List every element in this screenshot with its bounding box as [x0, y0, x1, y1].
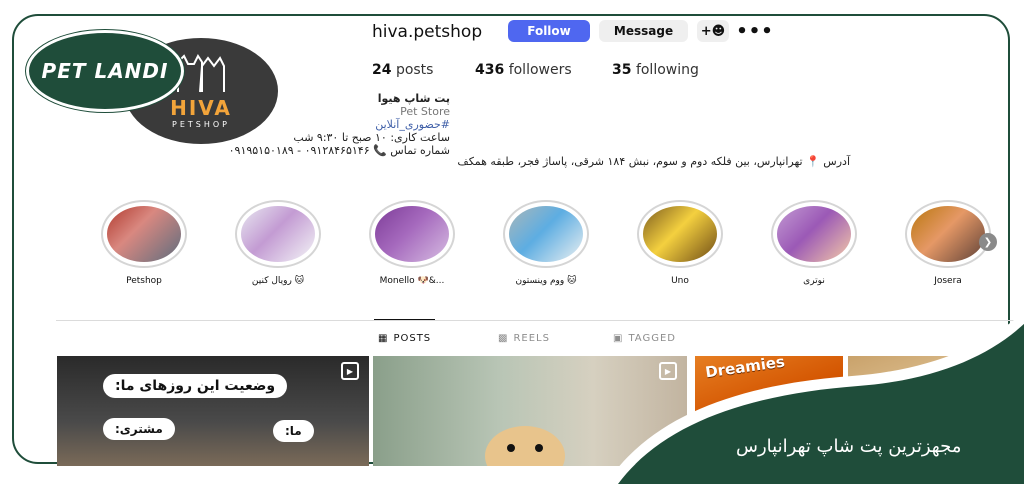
following-count[interactable]: 35 following: [612, 62, 699, 78]
highlight-cover: [241, 206, 315, 262]
dog-image: [485, 426, 565, 466]
highlight-ring: [369, 200, 455, 268]
highlight-cover: [643, 206, 717, 262]
highlight-vom-winston[interactable]: ووم وینستون 🐱: [501, 200, 591, 286]
post-caption-title: وضعیت این روزهای ما:: [103, 374, 288, 398]
highlight-cover: [911, 206, 985, 262]
highlight-monello[interactable]: Monello 🐶&...: [367, 200, 457, 286]
chevron-right-icon: ❯: [983, 236, 993, 248]
more-icon: •••: [736, 20, 774, 42]
grid-icon: ▦: [378, 333, 389, 344]
highlight-label: رویال کنین 🐱: [251, 276, 305, 286]
tab-reels-label: REELS: [513, 333, 550, 344]
highlight-cover: [777, 206, 851, 262]
highlights-next-arrow[interactable]: ❯: [979, 233, 997, 251]
banner-title: مجهزترین پت شاپ تهرانپارس: [736, 436, 962, 457]
bio-address: آدرس 📍 تهرانپارس، بین فلکه دوم و سوم، نب…: [457, 155, 850, 168]
highlight-label: Uno: [671, 276, 689, 286]
highlight-ring: [503, 200, 589, 268]
more-options-button[interactable]: •••: [736, 20, 773, 42]
highlight-cover: [375, 206, 449, 262]
highlight-ring: [101, 200, 187, 268]
profile-username: hiva.petshop: [372, 22, 483, 42]
add-user-icon: +☻: [700, 23, 726, 39]
highlight-royal-canin[interactable]: رویال کنین 🐱: [233, 200, 323, 286]
highlight-cover: [107, 206, 181, 262]
message-button[interactable]: Message: [599, 20, 688, 42]
highlight-uno[interactable]: Uno: [635, 200, 725, 286]
highlight-label: Petshop: [126, 276, 162, 286]
tab-reels[interactable]: ▩ REELS: [498, 333, 550, 344]
followers-count[interactable]: 436 followers: [475, 62, 572, 78]
reel-icon: ▶: [341, 362, 359, 380]
highlight-label: ووم وینستون 🐱: [515, 276, 577, 286]
highlight-nutri[interactable]: نوتری: [769, 200, 859, 286]
hiva-logo-sub: PETSHOP: [172, 120, 230, 129]
highlight-ring: [771, 200, 857, 268]
highlight-ring: [637, 200, 723, 268]
follow-button[interactable]: Follow: [508, 20, 590, 42]
highlight-label: نوتری: [803, 276, 825, 286]
highlight-ring: [235, 200, 321, 268]
highlight-ring: [905, 200, 991, 268]
pet-landi-logo: PET LANDI: [26, 30, 184, 112]
tab-posts-label: POSTS: [393, 333, 432, 344]
highlight-label: Josera: [934, 276, 962, 286]
post-thumbnail[interactable]: ▶ وضعیت این روزهای ما: مشتری: ما:: [57, 356, 369, 466]
tab-posts[interactable]: ▦ POSTS: [373, 319, 436, 344]
highlight-petshop[interactable]: Petshop: [99, 200, 189, 286]
posts-count: 24 posts: [372, 62, 434, 78]
highlight-label: Monello 🐶&...: [379, 276, 445, 286]
post-caption-us: ما:: [273, 420, 314, 442]
reels-icon: ▩: [498, 333, 509, 344]
post-caption-customer: مشتری:: [103, 418, 175, 440]
highlight-cover: [509, 206, 583, 262]
add-user-button[interactable]: +☻: [697, 20, 729, 42]
pet-landi-logo-text: PET LANDI: [41, 59, 169, 83]
